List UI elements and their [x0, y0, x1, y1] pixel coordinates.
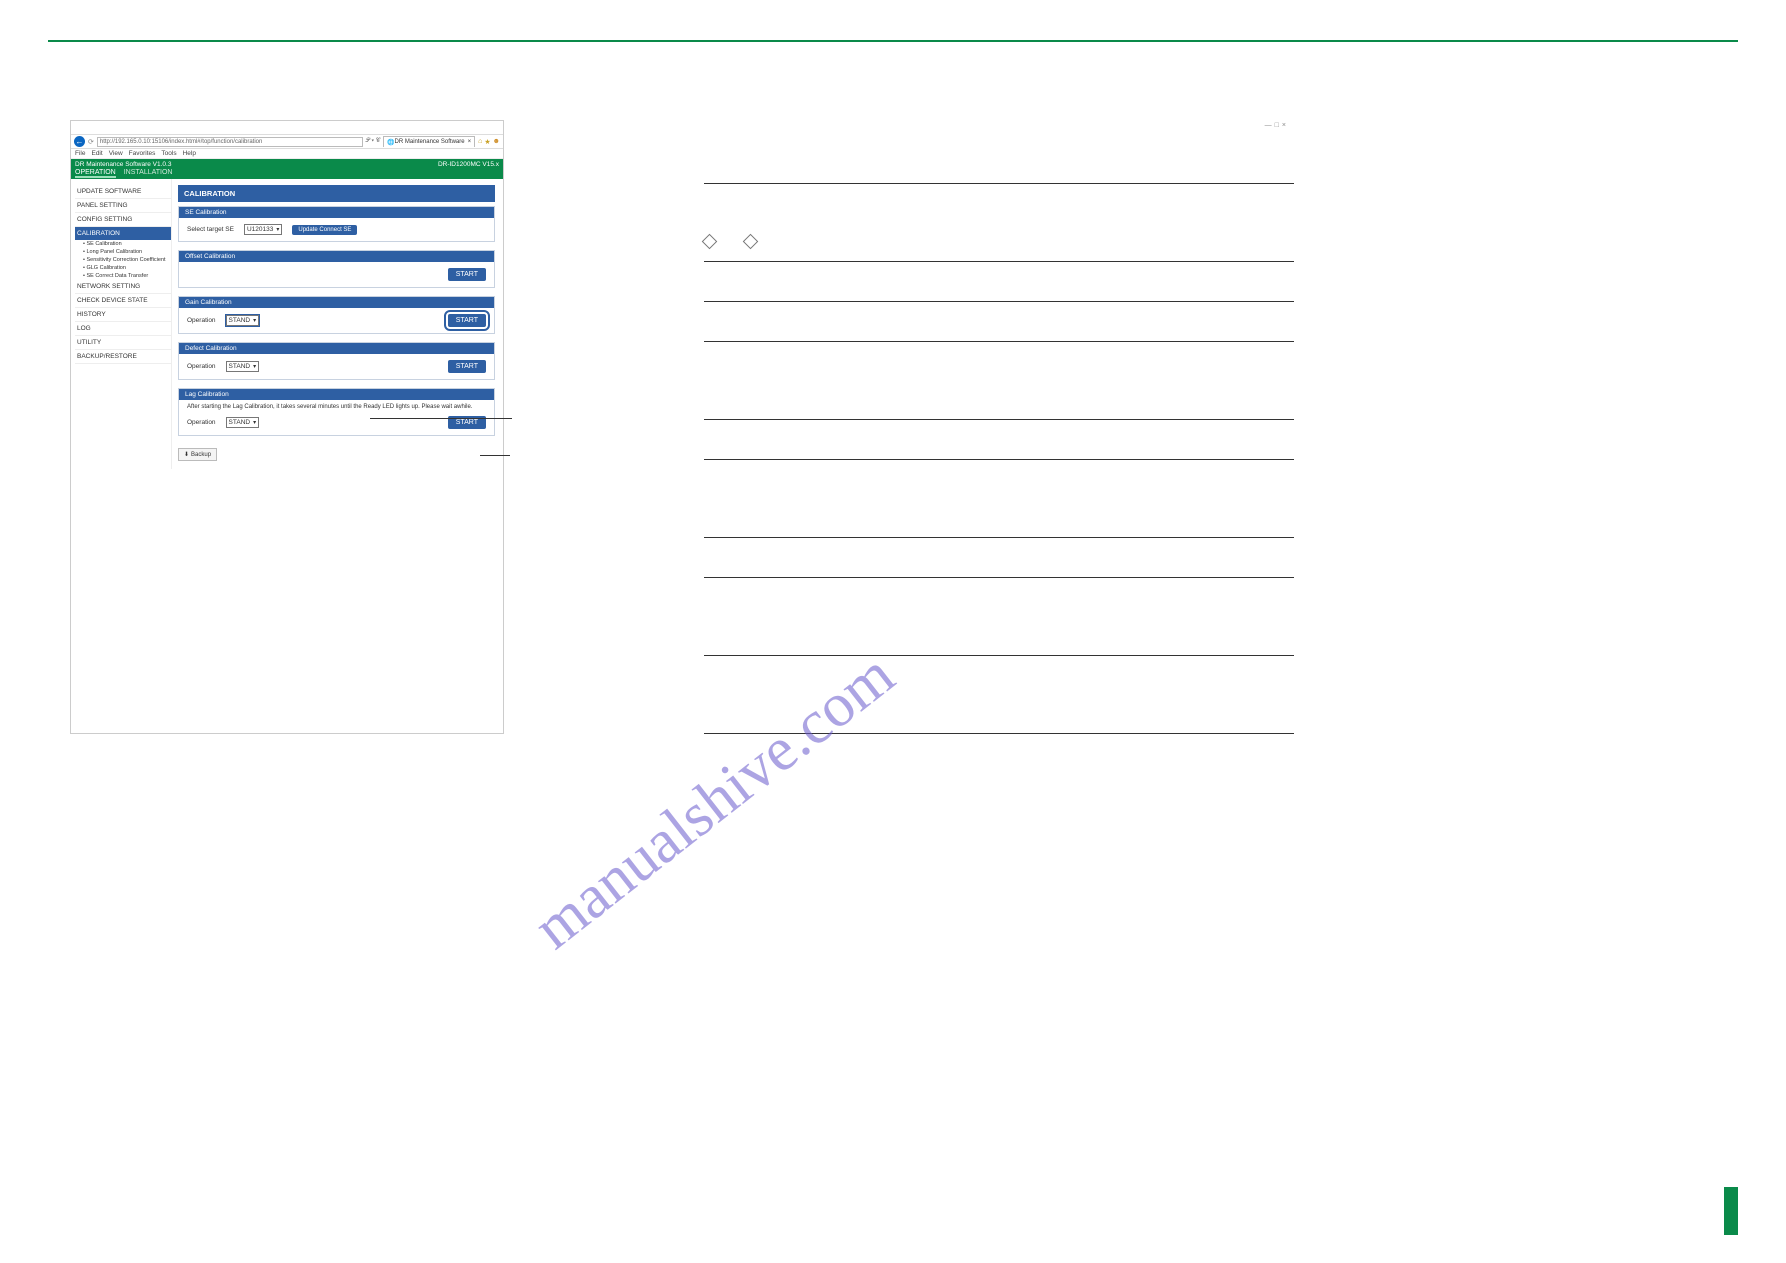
app-version: DR-ID1200MC V15.x [438, 161, 499, 168]
browser-tab[interactable]: 🌐 DR Maintenance Software × [383, 136, 475, 147]
sidebar-item-history[interactable]: HISTORY [75, 308, 171, 322]
top-rule [48, 40, 1738, 42]
main-area: CALIBRATION SE Calibration Select target… [172, 179, 503, 469]
panel-se-header: SE Calibration [179, 207, 494, 218]
sidebar-item-utility[interactable]: UTILITY [75, 336, 171, 350]
menu-file[interactable]: File [75, 150, 85, 157]
menu-edit[interactable]: Edit [91, 150, 102, 157]
sidebar-item-calibration[interactable]: CALIBRATION [75, 227, 171, 240]
update-connect-button[interactable]: Update Connect SE [292, 225, 357, 235]
menu-fav[interactable]: Favorites [129, 150, 156, 157]
browser-chrome: — □ × [71, 121, 503, 135]
panel-se: SE Calibration Select target SE U120133▾… [178, 206, 495, 242]
se-label: Select target SE [187, 226, 234, 233]
diamond-icon [702, 234, 718, 250]
menu-view[interactable]: View [109, 150, 123, 157]
screenshot: — □ × ← ⟳ http://192.165.0.10:15106/inde… [70, 120, 504, 734]
menu-tools[interactable]: Tools [161, 150, 176, 157]
sidebar-item-backup[interactable]: BACKUP/RESTORE [75, 350, 171, 364]
panel-lag: Lag Calibration After starting the Lag C… [178, 388, 495, 436]
search-glyph: 𝒫 ▾ 𝒞 [366, 138, 381, 145]
note-line [704, 538, 1294, 578]
sidebar-item-check[interactable]: CHECK DEVICE STATE [75, 294, 171, 308]
note-line [704, 578, 1294, 656]
panel-offset-header: Offset Calibration [179, 251, 494, 262]
note-line [704, 656, 1294, 734]
browser-menu: File Edit View Favorites Tools Help [71, 149, 503, 159]
lag-op-label: Operation [187, 419, 216, 426]
note-line [704, 262, 1294, 302]
browser-badges: ⌂★☻ [478, 138, 500, 146]
back-button[interactable]: ← [74, 136, 85, 147]
note-line [704, 302, 1294, 342]
sidebar-sub-xfer[interactable]: • SE Correct Data Transfer [75, 272, 171, 280]
backup-button[interactable]: ⬇ Backup [178, 448, 217, 461]
panel-defect: Defect Calibration Operation STAND▾ STAR… [178, 342, 495, 380]
app-greenbar: DR Maintenance Software V1.0.3 DR-ID1200… [71, 159, 503, 169]
win-max[interactable]: □ [1275, 122, 1279, 129]
lag-note: After starting the Lag Calibration, it t… [179, 400, 494, 410]
notes-column [704, 120, 1294, 734]
tab-operation[interactable]: OPERATION [75, 169, 116, 178]
sidebar-item-log[interactable]: LOG [75, 322, 171, 336]
lag-op-select[interactable]: STAND▾ [226, 417, 260, 428]
note-line [704, 144, 1294, 184]
sidebar-sub-se[interactable]: • SE Calibration [75, 240, 171, 248]
page-title: CALIBRATION [178, 185, 495, 202]
panel-offset: Offset Calibration START [178, 250, 495, 288]
note-line [704, 460, 1294, 538]
panel-gain: Gain Calibration Operation STAND▾ START [178, 296, 495, 334]
panel-defect-header: Defect Calibration [179, 343, 494, 354]
note-line [704, 184, 1294, 262]
gain-op-select[interactable]: STAND▾ [226, 315, 260, 326]
leader-line [370, 418, 512, 419]
reload-icon[interactable]: ⟳ [88, 138, 94, 146]
sidebar-item-config[interactable]: CONFIG SETTING [75, 213, 171, 227]
panel-gain-header: Gain Calibration [179, 297, 494, 308]
chevron-down-icon: ▾ [276, 226, 279, 233]
tab-title: DR Maintenance Software [395, 139, 465, 145]
leader-line [480, 455, 510, 456]
win-min[interactable]: — [1265, 122, 1272, 129]
win-close[interactable]: × [1282, 122, 1286, 129]
note-line [704, 420, 1294, 460]
chevron-down-icon: ▾ [253, 363, 256, 370]
gain-start-button[interactable]: START [448, 314, 486, 327]
app-tabs: OPERATION INSTALLATION [71, 169, 503, 179]
sidebar-sub-glg[interactable]: • GLG Calibration [75, 264, 171, 272]
address-bar[interactable]: http://192.165.0.10:15106/index.html#/to… [97, 137, 363, 147]
menu-help[interactable]: Help [183, 150, 196, 157]
app-title: DR Maintenance Software V1.0.3 [75, 161, 171, 168]
panel-lag-header: Lag Calibration [179, 389, 494, 400]
diamond-icon [743, 234, 759, 250]
page-mark [1724, 1187, 1738, 1235]
download-icon: ⬇ [184, 451, 189, 458]
defect-op-select[interactable]: STAND▾ [226, 361, 260, 372]
sidebar-item-network[interactable]: NETWORK SETTING [75, 280, 171, 294]
defect-op-label: Operation [187, 363, 216, 370]
se-select[interactable]: U120133▾ [244, 224, 282, 235]
defect-start-button[interactable]: START [448, 360, 486, 373]
sidebar-item-update[interactable]: UPDATE SOFTWARE [75, 185, 171, 199]
chevron-down-icon: ▾ [253, 419, 256, 426]
gain-op-label: Operation [187, 317, 216, 324]
offset-start-button[interactable]: START [448, 268, 486, 281]
note-line [704, 342, 1294, 420]
tab-installation[interactable]: INSTALLATION [124, 169, 173, 178]
tab-close[interactable]: × [468, 139, 472, 145]
address-row: ← ⟳ http://192.165.0.10:15106/index.html… [71, 135, 503, 149]
sidebar-sub-long[interactable]: • Long Panel Calibration [75, 248, 171, 256]
sidebar-sub-sens[interactable]: • Sensitivity Correction Coefficient [75, 256, 171, 264]
sidebar-item-panel[interactable]: PANEL SETTING [75, 199, 171, 213]
chevron-down-icon: ▾ [253, 317, 256, 324]
globe-icon: 🌐 [387, 139, 394, 146]
sidebar: UPDATE SOFTWARE PANEL SETTING CONFIG SET… [71, 179, 172, 469]
